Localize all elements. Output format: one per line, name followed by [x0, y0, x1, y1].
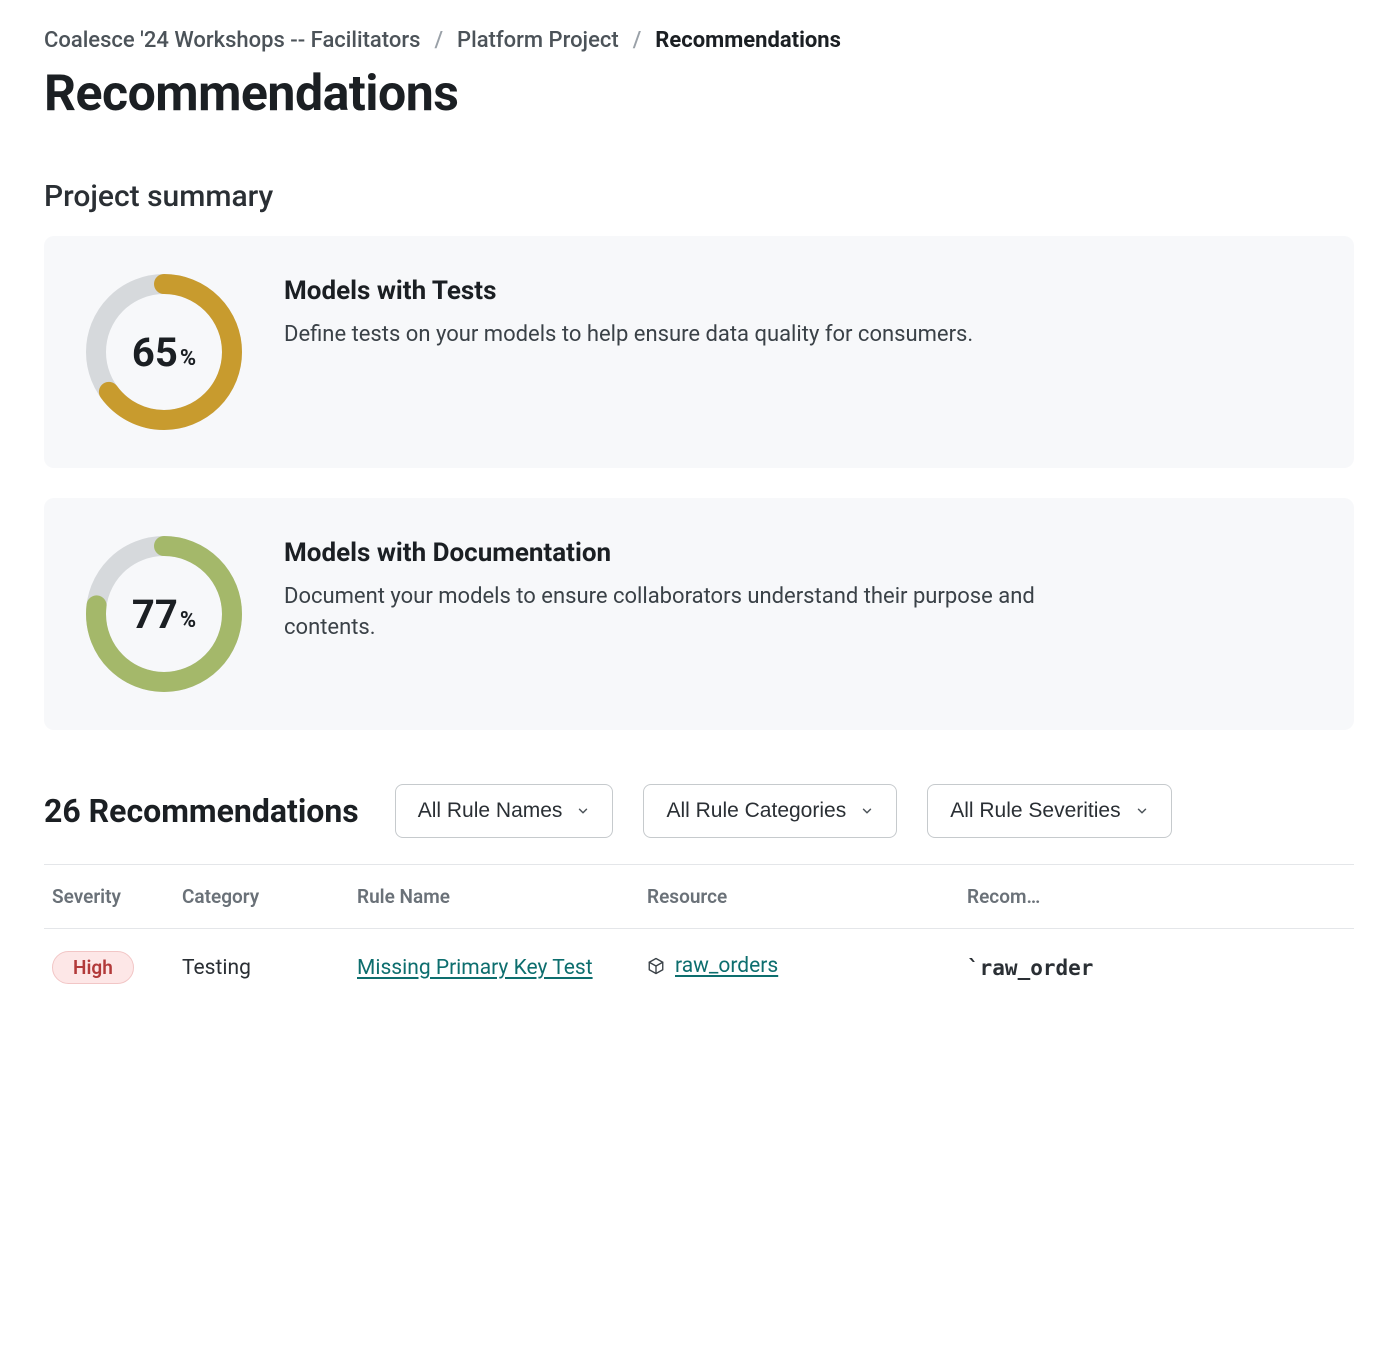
gauge-tests: 65 % [84, 272, 244, 432]
breadcrumb: Coalesce '24 Workshops -- Facilitators /… [44, 28, 1354, 53]
resource-link[interactable]: raw_orders [675, 954, 778, 978]
col-resource[interactable]: Resource [639, 865, 959, 929]
breadcrumb-separator: / [434, 28, 443, 53]
summary-card-title: Models with Tests [284, 276, 973, 306]
cell-category: Testing [174, 929, 349, 985]
filter-rule-names[interactable]: All Rule Names [395, 784, 614, 838]
gauge-value: 65 [132, 329, 178, 376]
filter-rule-categories[interactable]: All Rule Categories [643, 784, 897, 838]
summary-card-description: Define tests on your models to help ensu… [284, 320, 973, 351]
col-rule-name[interactable]: Rule Name [349, 865, 639, 929]
chevron-down-icon [576, 804, 590, 818]
col-severity[interactable]: Severity [44, 865, 174, 929]
summary-card-documentation: 77 % Models with Documentation Document … [44, 498, 1354, 730]
breadcrumb-item-project[interactable]: Platform Project [457, 28, 619, 53]
filter-rule-severities[interactable]: All Rule Severities [927, 784, 1171, 838]
rule-name-link[interactable]: Missing Primary Key Test [357, 956, 593, 980]
severity-badge: High [52, 951, 134, 984]
table-header-row: Severity Category Rule Name Resource Rec… [44, 865, 1354, 929]
page-title: Recommendations [44, 65, 1354, 123]
gauge-percent-sign: % [180, 608, 196, 633]
col-category[interactable]: Category [174, 865, 349, 929]
cell-recommendation: `raw_order [959, 929, 1354, 985]
model-icon [647, 957, 665, 975]
filter-label: All Rule Severities [950, 799, 1120, 823]
gauge-value: 77 [132, 591, 178, 638]
breadcrumb-item-account[interactable]: Coalesce '24 Workshops -- Facilitators [44, 28, 420, 53]
breadcrumb-separator: / [633, 28, 642, 53]
gauge-documentation: 77 % [84, 534, 244, 694]
recommendations-count: 26 Recommendations [44, 792, 359, 830]
table-row[interactable]: High Testing Missing Primary Key Test [44, 929, 1354, 985]
summary-card-tests: 65 % Models with Tests Define tests on y… [44, 236, 1354, 468]
summary-card-description: Document your models to ensure collabora… [284, 582, 1044, 644]
recommendations-table: Severity Category Rule Name Resource Rec… [44, 864, 1354, 984]
project-summary-heading: Project summary [44, 179, 1354, 214]
filter-label: All Rule Names [418, 799, 563, 823]
chevron-down-icon [860, 804, 874, 818]
filter-label: All Rule Categories [666, 799, 846, 823]
breadcrumb-item-current: Recommendations [655, 28, 841, 53]
gauge-percent-sign: % [180, 346, 196, 371]
chevron-down-icon [1135, 804, 1149, 818]
col-recommendation[interactable]: Recom… [959, 865, 1354, 929]
summary-card-title: Models with Documentation [284, 538, 1044, 568]
recommendations-header: 26 Recommendations All Rule Names All Ru… [44, 784, 1354, 838]
